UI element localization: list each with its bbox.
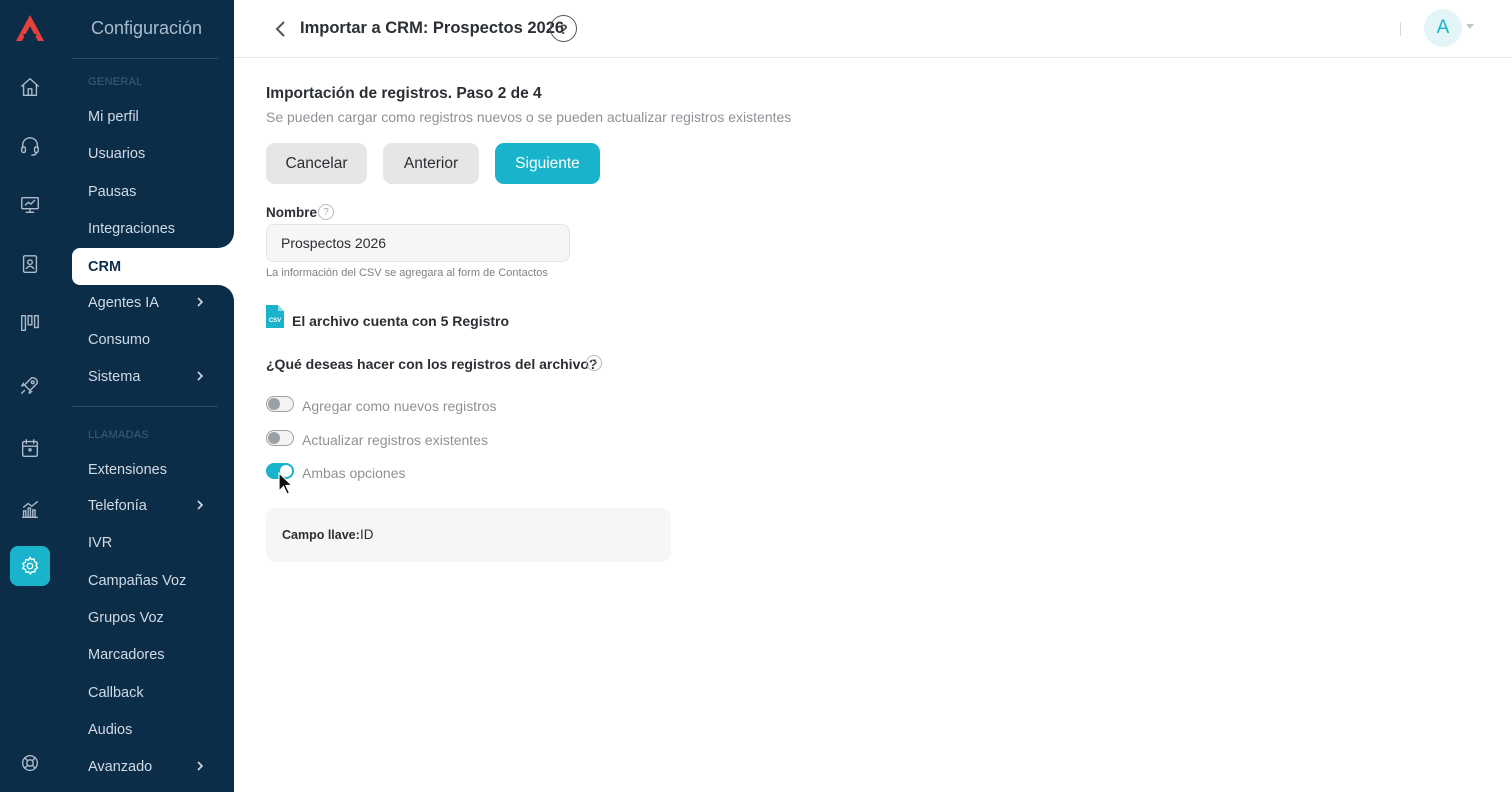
file-record-count: El archivo cuenta con 5 Registro	[292, 313, 510, 329]
sidebar-item-audios[interactable]: Audios	[72, 711, 234, 748]
sidebar-item-integraciones[interactable]: Integraciones	[72, 210, 234, 247]
name-input[interactable]	[266, 224, 570, 262]
previous-button[interactable]: Anterior	[383, 143, 479, 184]
key-field-label: Campo llave:	[282, 528, 360, 542]
sidebar-item-callback[interactable]: Callback	[72, 674, 234, 711]
kanban-icon[interactable]	[10, 303, 50, 343]
sidebar-item-label: Campañas Voz	[88, 572, 187, 589]
app-logo-icon[interactable]	[14, 13, 46, 43]
sidebar-item-label: Extensiones	[88, 461, 167, 478]
name-field-label: Nombre	[266, 205, 318, 220]
sidebar-item-label: Marcadores	[88, 646, 165, 663]
toggle-knob	[268, 432, 280, 444]
sidebar-item-label: Callback	[88, 684, 144, 701]
step-subtitle: Se pueden cargar como registros nuevos o…	[266, 109, 792, 125]
sidebar-item-mi-perfil[interactable]: Mi perfil	[72, 98, 234, 135]
home-icon[interactable]	[10, 67, 50, 107]
sidebar-item-label: Agentes IA	[88, 294, 159, 311]
svg-text:CSV: CSV	[269, 318, 281, 324]
sidebar-item-label: Consumo	[88, 331, 151, 348]
contacts-book-icon[interactable]	[10, 244, 50, 284]
sidebar-title: Configuración	[91, 18, 203, 38]
settings-sidebar: Configuración GENERAL Mi perfil Usuarios…	[72, 0, 234, 792]
sidebar-item-avanzado[interactable]: Avanzado	[72, 748, 234, 785]
analytics-icon[interactable]	[10, 489, 50, 529]
key-field-value: ID	[360, 527, 374, 542]
toggle-update-existing[interactable]	[266, 430, 294, 446]
page-title: Importar a CRM: Prospectos 2026	[300, 19, 565, 37]
section-llamadas-label: LLAMADAS	[88, 429, 150, 441]
sidebar-item-label: Avanzado	[88, 758, 153, 775]
back-arrow-icon[interactable]	[274, 19, 288, 39]
monitor-icon[interactable]	[10, 185, 50, 225]
active-item-notch	[218, 232, 234, 248]
sidebar-item-label: Telefonía	[88, 497, 147, 514]
sidebar-item-telefonia[interactable]: Telefonía	[72, 487, 234, 524]
help-icon[interactable]: ?	[318, 204, 334, 220]
sidebar-item-marcadores[interactable]: Marcadores	[72, 636, 234, 673]
sidebar-item-label: CRM	[88, 258, 122, 275]
top-bar: Importar a CRM: Prospectos 2026 ? A	[234, 0, 1512, 58]
sidebar-item-label: Mi perfil	[88, 108, 139, 125]
lifebuoy-icon[interactable]	[10, 743, 50, 783]
toggle-knob	[268, 398, 280, 410]
gear-icon[interactable]	[10, 546, 50, 586]
chevron-right-icon	[196, 370, 204, 382]
sidebar-item-sistema[interactable]: Sistema	[72, 358, 234, 395]
chevron-right-icon	[196, 499, 204, 511]
name-field-hint: La información del CSV se agregara al fo…	[266, 267, 548, 279]
sidebar-item-label: Sistema	[88, 368, 141, 385]
toggle-add-new[interactable]	[266, 396, 294, 412]
chevron-right-icon	[196, 760, 204, 772]
chevron-right-icon	[196, 296, 204, 308]
sidebar-item-ivr[interactable]: IVR	[72, 524, 234, 561]
help-icon[interactable]: ?	[550, 15, 577, 42]
step-title: Importación de registros. Paso 2 de 4	[266, 85, 542, 102]
sidebar-item-extensiones[interactable]: Extensiones	[72, 451, 234, 488]
section-general-label: GENERAL	[88, 76, 143, 88]
sidebar-item-grupos-voz[interactable]: Grupos Voz	[72, 599, 234, 636]
next-button[interactable]: Siguiente	[495, 143, 600, 184]
sidebar-item-label: Usuarios	[88, 145, 146, 162]
rocket-icon[interactable]	[10, 365, 50, 405]
calendar-icon[interactable]	[10, 428, 50, 468]
icon-rail	[0, 0, 72, 792]
option-label: Actualizar registros existentes	[302, 432, 488, 448]
caret-down-icon[interactable]	[1466, 24, 1474, 29]
avatar[interactable]: A	[1424, 9, 1462, 47]
sidebar-item-agentes-ia[interactable]: Agentes IA	[72, 284, 234, 321]
option-label: Agregar como nuevos registros	[302, 398, 497, 414]
csv-file-icon: CSV	[266, 305, 284, 328]
sidebar-item-crm[interactable]: CRM	[72, 248, 234, 285]
sidebar-item-pausas[interactable]: Pausas	[72, 173, 234, 210]
option-label: Ambas opciones	[302, 465, 406, 481]
sidebar-item-label: Integraciones	[88, 220, 176, 237]
mouse-cursor-icon	[278, 472, 294, 495]
sidebar-item-label: Pausas	[88, 183, 137, 200]
sidebar-item-label: Grupos Voz	[88, 609, 164, 626]
help-icon[interactable]: ?	[586, 355, 602, 371]
sidebar-item-label: Audios	[88, 721, 133, 738]
sidebar-divider	[72, 406, 218, 407]
headset-icon[interactable]	[10, 126, 50, 166]
cancel-button[interactable]: Cancelar	[266, 143, 367, 184]
import-mode-question: ¿Qué deseas hacer con los registros del …	[266, 356, 598, 372]
sidebar-item-consumo[interactable]: Consumo	[72, 321, 234, 358]
sidebar-item-label: IVR	[88, 534, 113, 551]
divider	[1400, 22, 1401, 36]
key-field-box: Campo llave: ID	[266, 508, 671, 562]
sidebar-divider	[72, 58, 218, 59]
sidebar-item-usuarios[interactable]: Usuarios	[72, 135, 234, 172]
sidebar-item-campanas-voz[interactable]: Campañas Voz	[72, 562, 234, 599]
